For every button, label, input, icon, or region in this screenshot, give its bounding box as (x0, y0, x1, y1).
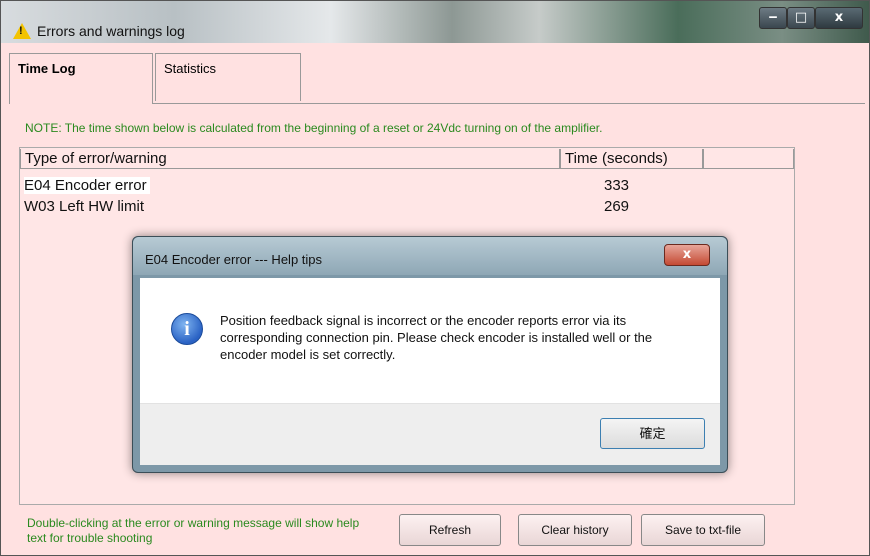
dialog-title-bar[interactable]: E04 Encoder error --- Help tips x (133, 237, 727, 275)
refresh-button[interactable]: Refresh (399, 514, 501, 546)
column-header-type[interactable]: Type of error/warning (20, 149, 560, 169)
table-header: Type of error/warning Time (seconds) (20, 148, 794, 170)
tab-statistics[interactable]: Statistics (155, 53, 301, 101)
column-header-empty (703, 149, 794, 169)
column-header-time[interactable]: Time (seconds) (560, 149, 703, 169)
dialog-message: Position feedback signal is incorrect or… (220, 313, 653, 362)
dialog-body: i Position feedback signal is incorrect … (140, 278, 720, 465)
title-bar[interactable]: ! Errors and warnings log ‒ □ x (1, 1, 869, 43)
info-icon: i (171, 313, 203, 345)
cell-time: 333 (604, 177, 630, 194)
cell-type: E04 Encoder error (24, 177, 524, 194)
ok-button[interactable]: 確定 (600, 418, 705, 449)
help-tips-dialog: E04 Encoder error --- Help tips x i Posi… (132, 236, 728, 473)
errors-warnings-window: ! Errors and warnings log ‒ □ x Time Log… (0, 0, 870, 556)
tab-time-log[interactable]: Time Log (9, 53, 153, 104)
save-to-txt-button[interactable]: Save to txt-file (641, 514, 765, 546)
minimize-button[interactable]: ‒ (759, 7, 787, 29)
cell-type-text: E04 Encoder error (24, 177, 150, 194)
tab-strip: Time Log Statistics (9, 53, 865, 104)
cell-time: 269 (604, 198, 630, 215)
dialog-close-button[interactable]: x (664, 244, 710, 266)
window-title: Errors and warnings log (37, 23, 185, 39)
dialog-title: E04 Encoder error --- Help tips (145, 252, 323, 267)
maximize-button[interactable]: □ (787, 7, 815, 29)
warning-icon: ! (13, 23, 31, 39)
clear-history-button[interactable]: Clear history (518, 514, 632, 546)
note-text: NOTE: The time shown below is calculated… (25, 121, 603, 135)
close-button[interactable]: x (815, 7, 863, 29)
cell-type: W03 Left HW limit (24, 198, 145, 215)
help-hint-text: Double-clicking at the error or warning … (27, 516, 360, 545)
